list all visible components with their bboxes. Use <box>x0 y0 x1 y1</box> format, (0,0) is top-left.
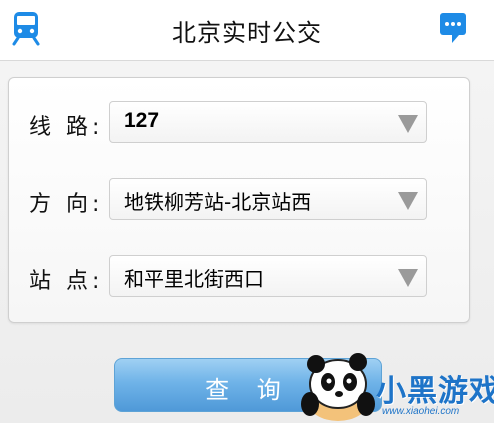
stop-row: 站 点: 和平里北街西口 <box>9 255 469 299</box>
route-select[interactable]: 127 <box>109 101 427 143</box>
direction-value: 地铁柳芳站-北京站西 <box>124 190 312 214</box>
watermark-logo: 小黑游戏 www.xiaohei.com <box>296 352 494 423</box>
page-title: 北京实时公交 <box>172 19 322 47</box>
query-form-card: 线 路: 127 方 向: 地铁柳芳站-北京站西 站 点: 和平里北街西口 <box>8 77 470 323</box>
route-label: 线 路: <box>29 115 104 140</box>
app-header: 北京实时公交 <box>0 0 494 61</box>
stop-label: 站 点: <box>29 269 104 294</box>
stop-select[interactable]: 和平里北街西口 <box>109 255 427 297</box>
direction-row: 方 向: 地铁柳芳站-北京站西 <box>9 178 469 222</box>
stop-value: 和平里北街西口 <box>124 267 264 291</box>
direction-label: 方 向: <box>29 192 104 217</box>
watermark-text: 小黑游戏 <box>376 375 494 408</box>
watermark-url: www.xiaohei.com <box>382 406 460 417</box>
direction-select[interactable]: 地铁柳芳站-北京站西 <box>109 178 427 220</box>
chat-icon[interactable] <box>438 10 468 46</box>
dropdown-arrow-icon <box>398 192 418 210</box>
dropdown-arrow-icon <box>398 115 418 133</box>
route-row: 线 路: 127 <box>9 101 469 145</box>
panda-mascot-icon <box>301 353 375 421</box>
dropdown-arrow-icon <box>398 269 418 287</box>
route-value: 127 <box>124 109 160 132</box>
